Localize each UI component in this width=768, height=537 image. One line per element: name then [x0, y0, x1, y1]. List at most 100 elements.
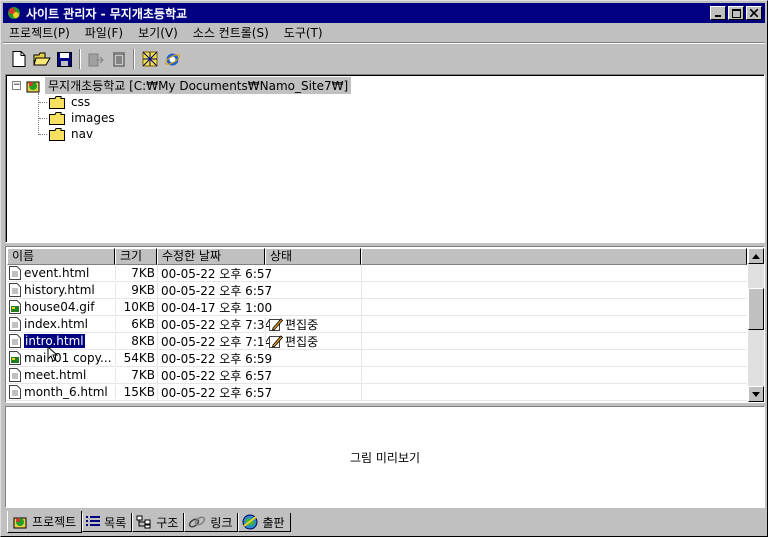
maximize-icon [731, 8, 741, 18]
tree-folder-label: nav [71, 127, 94, 141]
browser-preview-button[interactable] [161, 48, 184, 70]
menu-view[interactable]: 보기(V) [138, 24, 178, 41]
window-title: 사이트 관리자 - 무지개초등학교 [26, 6, 188, 21]
table-row[interactable]: house04.gif 10KB 00-04-17 오후 1:00 [7, 298, 747, 316]
menu-project[interactable]: 프로젝트(P) [9, 24, 70, 41]
scroll-thumb[interactable] [748, 288, 764, 330]
image-file-icon [9, 351, 21, 365]
save-button[interactable] [53, 48, 76, 70]
minimize-button[interactable] [710, 6, 726, 20]
tab-publish[interactable]: 출판 [238, 513, 291, 532]
html-file-icon [9, 368, 21, 382]
html-file-icon [9, 385, 21, 399]
tab-structure[interactable]: 구조 [132, 513, 185, 532]
size-cell: 9KB [115, 283, 157, 297]
tab-links[interactable]: 링크 [184, 513, 239, 532]
row-filler [361, 281, 747, 299]
new-file-button[interactable] [7, 48, 30, 70]
size-cell: 8KB [115, 334, 157, 348]
structure-tab-icon [136, 515, 151, 529]
table-row[interactable]: index.html 6KB 00-05-22 오후 7:34 편집중 [7, 315, 747, 333]
menu-bar: 프로젝트(P) 파일(F) 보기(V) 소스 컨트롤(S) 도구(T) [3, 23, 765, 42]
tree-folder-images[interactable]: images [39, 110, 115, 126]
toolbar-separator [79, 49, 81, 69]
row-filler [361, 332, 747, 350]
row-filler [361, 315, 747, 333]
tree-root[interactable]: − 무지개초등학교 [C:₩My Documents₩Namo_Site7₩] [12, 77, 352, 94]
row-filler [361, 349, 747, 367]
tree-inner [6, 75, 764, 242]
site-map-button[interactable] [138, 48, 161, 70]
table-row-selected[interactable]: intro.html 8KB 00-05-22 오후 7:14 편집중 [7, 332, 747, 350]
tree-branch [39, 133, 47, 135]
file-name: event.html [24, 266, 90, 280]
table-row[interactable]: month_6.html 15KB 00-05-22 오후 6:57 [7, 383, 747, 401]
row-filler [361, 264, 747, 282]
name-cell: meet.html [7, 368, 115, 382]
maximize-button[interactable] [728, 6, 744, 20]
toolbar-separator [133, 49, 135, 69]
table-row[interactable]: event.html 7KB 00-05-22 오후 6:57 [7, 264, 747, 282]
name-cell: month_6.html [7, 385, 115, 399]
column-header-status[interactable]: 상태 [265, 248, 361, 265]
column-header-name[interactable]: 이름 [7, 248, 115, 265]
tab-list[interactable]: 목록 [82, 513, 133, 532]
collapse-toggle[interactable]: − [12, 81, 21, 90]
table-row[interactable]: main01 copy... 54KB 00-05-22 오후 6:59 [7, 349, 747, 367]
menu-tools[interactable]: 도구(T) [284, 24, 323, 41]
row-filler [361, 383, 747, 401]
tab-project[interactable]: 프로젝트 [7, 511, 83, 533]
tree-folder-css[interactable]: css [39, 94, 90, 110]
tab-label: 구조 [156, 515, 179, 530]
row-filler [361, 298, 747, 316]
column-header-date[interactable]: 수정한 날짜 [157, 248, 265, 265]
tab-label: 출판 [262, 515, 285, 530]
file-name: meet.html [24, 368, 87, 382]
site-icon [26, 81, 40, 92]
save-icon [57, 51, 72, 67]
site-map-icon [142, 51, 157, 67]
date-cell: 00-05-22 오후 7:14 [157, 332, 272, 350]
name-cell: intro.html [7, 334, 115, 348]
name-cell: index.html [7, 317, 115, 331]
close-icon [750, 9, 758, 17]
date-cell: 00-05-22 오후 6:57 [157, 264, 272, 282]
file-name: month_6.html [24, 385, 108, 399]
project-tab-icon [13, 517, 27, 528]
table-row[interactable]: history.html 9KB 00-05-22 오후 6:57 [7, 281, 747, 299]
delete-icon [112, 52, 125, 67]
site-manager-window: 사이트 관리자 - 무지개초등학교 프로젝트(P) 파일(F) 보기(V) 소스… [0, 0, 768, 537]
menu-source-control[interactable]: 소스 컨트롤(S) [193, 24, 269, 41]
size-cell: 7KB [115, 266, 157, 280]
vertical-scrollbar[interactable] [748, 248, 764, 402]
file-name: index.html [24, 317, 88, 331]
status-cell: 편집중 [265, 332, 361, 350]
arrow-up-icon [752, 253, 760, 259]
size-cell: 15KB [115, 385, 157, 399]
open-folder-button[interactable] [30, 48, 53, 70]
table-row[interactable]: meet.html 7KB 00-05-22 오후 6:57 [7, 366, 747, 384]
edit-pencil-icon [269, 318, 283, 331]
scroll-up-button[interactable] [748, 248, 764, 264]
folder-icon [49, 95, 65, 109]
edit-pencil-icon [269, 335, 283, 348]
file-name: house04.gif [24, 300, 95, 314]
row-filler [361, 366, 747, 384]
title-bar[interactable]: 사이트 관리자 - 무지개초등학교 [3, 3, 765, 23]
name-cell: event.html [7, 266, 115, 280]
menu-separator [3, 42, 765, 44]
size-cell: 6KB [115, 317, 157, 331]
tree-folder-nav[interactable]: nav [39, 126, 93, 142]
list-rows: event.html 7KB 00-05-22 오후 6:57 history.… [7, 264, 747, 401]
tree-branch [39, 117, 47, 119]
size-cell: 10KB [115, 300, 157, 314]
close-button[interactable] [746, 6, 762, 20]
scroll-down-button[interactable] [748, 386, 764, 402]
delete-button[interactable] [107, 48, 130, 70]
column-header-size[interactable]: 크기 [115, 248, 157, 265]
tab-label: 목록 [104, 515, 127, 530]
export-button[interactable] [84, 48, 107, 70]
list-header: 이름 크기 수정한 날짜 상태 [7, 248, 747, 265]
date-cell: 00-05-22 오후 6:57 [157, 383, 272, 401]
menu-file[interactable]: 파일(F) [85, 24, 123, 41]
